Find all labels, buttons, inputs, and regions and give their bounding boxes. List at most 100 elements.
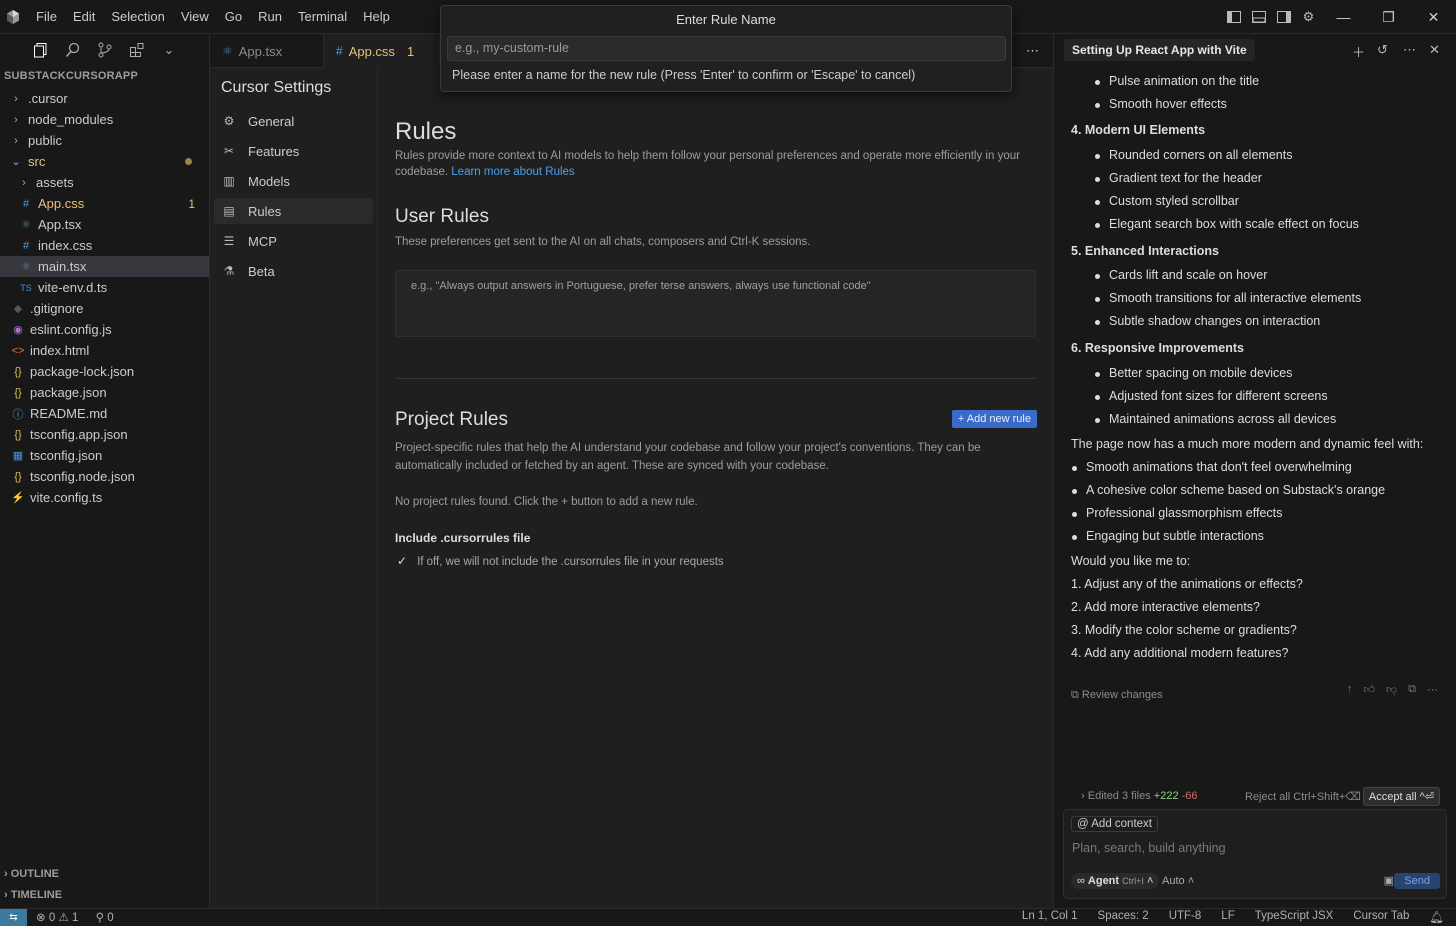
outline-section[interactable]: › OUTLINE xyxy=(0,868,209,880)
nav-rules[interactable]: ▤ Rules xyxy=(214,198,373,224)
chevron-down-icon[interactable]: ⌄ xyxy=(160,41,178,59)
server-icon: ☰ xyxy=(223,234,235,248)
source-control-icon[interactable] xyxy=(96,41,114,59)
tree-folder[interactable]: › .cursor xyxy=(0,88,209,109)
modified-dot-icon xyxy=(185,158,192,165)
menu-terminal[interactable]: Terminal xyxy=(290,0,355,34)
toggle-primary-sidebar-icon[interactable] xyxy=(1221,0,1246,34)
minimize-icon[interactable]: — xyxy=(1321,0,1366,34)
nav-features[interactable]: ✂ Features xyxy=(214,138,373,164)
chat-title[interactable]: Setting Up React App with Vite xyxy=(1064,39,1255,61)
tree-file[interactable]: ◆ .gitignore xyxy=(0,298,209,319)
thumbs-down-icon[interactable]: 👎︎ xyxy=(1386,683,1397,696)
tree-item-label: assets xyxy=(36,175,74,190)
menu-file[interactable]: File xyxy=(28,0,65,34)
tree-file[interactable]: ◉ eslint.config.js xyxy=(0,319,209,340)
arrow-up-icon[interactable]: ↑ xyxy=(1347,683,1353,696)
more-icon[interactable]: ⋯ xyxy=(1427,683,1438,696)
tree-file[interactable]: ⚡ vite.config.ts xyxy=(0,487,209,508)
learn-more-link[interactable]: Learn more about Rules xyxy=(451,166,574,178)
menu-help[interactable]: Help xyxy=(355,0,398,34)
tree-file[interactable]: ▦ tsconfig.json xyxy=(0,445,209,466)
tree-file[interactable]: {} tsconfig.app.json xyxy=(0,424,209,445)
cursor-tab[interactable]: Cursor Tab xyxy=(1353,910,1409,924)
problems-indicator[interactable]: ⊗ 0 ⚠ 1 ⚲ 0 xyxy=(36,910,114,924)
include-cursorrules-checkbox[interactable]: ✓ If off, we will not include the .cursor… xyxy=(397,554,724,570)
chevron-right-icon: › xyxy=(4,889,11,901)
menu-run[interactable]: Run xyxy=(250,0,290,34)
tree-folder[interactable]: › public xyxy=(0,130,209,151)
add-new-rule-button[interactable]: + Add new rule xyxy=(951,410,1037,428)
close-window-icon[interactable]: ✕ xyxy=(1411,0,1456,34)
workspace-title[interactable]: SUBSTACKCURSORAPP xyxy=(4,70,138,82)
send-button[interactable]: Send xyxy=(1394,873,1440,889)
tab-label: App.tsx xyxy=(238,43,283,59)
cursor-position[interactable]: Ln 1, Col 1 xyxy=(1022,910,1078,924)
notifications-bell-icon[interactable]: 🔔︎ xyxy=(1429,910,1444,924)
menu-edit[interactable]: Edit xyxy=(65,0,103,34)
tree-file[interactable]: {} package.json xyxy=(0,382,209,403)
more-options-icon[interactable]: ⋯ xyxy=(1403,42,1416,58)
include-cursorrules-heading: Include .cursorrules file xyxy=(395,531,531,545)
search-icon[interactable] xyxy=(64,41,82,59)
tab-app-tsx[interactable]: ⚛ App.tsx xyxy=(210,34,324,68)
tree-file[interactable]: # index.css xyxy=(0,235,209,256)
nav-mcp[interactable]: ☰ MCP xyxy=(214,228,373,254)
language-mode[interactable]: TypeScript JSX xyxy=(1255,910,1334,924)
tab-app-css[interactable]: # App.css 1 xyxy=(324,34,440,68)
chat-input[interactable]: Plan, search, build anything xyxy=(1072,841,1226,855)
tree-file[interactable]: {} package-lock.json xyxy=(0,361,209,382)
tree-file[interactable]: ⓘ README.md xyxy=(0,403,209,424)
tree-file[interactable]: <> index.html xyxy=(0,340,209,361)
timeline-section[interactable]: › TIMELINE xyxy=(0,889,209,901)
tree-file[interactable]: # App.css 1 xyxy=(0,193,209,214)
user-rules-textarea[interactable]: e.g., "Always output answers in Portugue… xyxy=(395,270,1036,337)
rule-name-input[interactable]: e.g., my-custom-rule xyxy=(447,36,1006,61)
more-actions-icon[interactable]: ⋯ xyxy=(1026,43,1039,59)
extensions-icon[interactable] xyxy=(128,41,146,59)
toggle-secondary-sidebar-icon[interactable] xyxy=(1271,0,1296,34)
agent-mode-selector[interactable]: ∞ Agent Ctrl+I ˄ xyxy=(1071,873,1160,889)
bullet-icon xyxy=(1095,80,1100,85)
tree-item-label: App.tsx xyxy=(38,217,82,232)
remote-indicator-icon[interactable]: ⇆ xyxy=(0,909,27,926)
encoding[interactable]: UTF-8 xyxy=(1169,910,1202,924)
explorer-files-icon[interactable] xyxy=(32,41,50,59)
tree-file[interactable]: ⚛ App.tsx xyxy=(0,214,209,235)
indentation[interactable]: Spaces: 2 xyxy=(1098,910,1149,924)
rules-heading: Rules xyxy=(395,118,457,145)
nav-general[interactable]: ⚙ General xyxy=(214,108,373,134)
line-ending[interactable]: LF xyxy=(1221,910,1234,924)
reject-all-button[interactable]: Reject all Ctrl+Shift+⌫ xyxy=(1245,790,1361,803)
tree-folder[interactable]: › node_modules xyxy=(0,109,209,130)
menu-go[interactable]: Go xyxy=(217,0,250,34)
copy-icon[interactable]: ⧉ xyxy=(1408,683,1416,696)
chevron-right-icon: › xyxy=(4,868,11,880)
tree-folder[interactable]: ⌄ src xyxy=(0,151,209,172)
model-selector[interactable]: Auto ˄ xyxy=(1162,875,1194,887)
explorer-sidebar: ⌄ SUBSTACKCURSORAPP › .cursor › node_module… xyxy=(0,34,210,908)
menu-selection[interactable]: Selection xyxy=(103,0,172,34)
add-context-button[interactable]: @ Add context xyxy=(1071,816,1158,832)
settings-gear-icon[interactable]: ⚙ xyxy=(1296,0,1321,34)
chat-bullet-item: Cards lift and scale on hover xyxy=(1109,268,1268,282)
tree-item-label: node_modules xyxy=(28,112,114,127)
close-icon[interactable]: ✕ xyxy=(1429,42,1440,58)
review-changes-button[interactable]: ⧉ Review changes xyxy=(1071,689,1163,702)
tree-file[interactable]: {} tsconfig.node.json xyxy=(0,466,209,487)
restore-icon[interactable]: ❐ xyxy=(1366,0,1411,34)
history-icon[interactable]: ↺ xyxy=(1377,42,1388,58)
thumbs-up-icon[interactable]: 👍︎ xyxy=(1363,683,1375,696)
accept-all-button[interactable]: Accept all ^⏎ xyxy=(1362,787,1440,806)
chevron-right-icon: › xyxy=(22,176,26,189)
nav-models[interactable]: ▥ Models xyxy=(214,168,373,194)
image-upload-icon[interactable]: ▣ xyxy=(1384,874,1394,887)
toggle-panel-icon[interactable] xyxy=(1246,0,1271,34)
new-chat-icon[interactable]: ＋ xyxy=(1352,42,1365,61)
expand-edits-toggle[interactable]: › Edited 3 files +222 -66 xyxy=(1081,790,1198,802)
tree-file[interactable]: TS vite-env.d.ts xyxy=(0,277,209,298)
tree-folder[interactable]: › assets xyxy=(0,172,209,193)
menu-view[interactable]: View xyxy=(173,0,217,34)
nav-beta[interactable]: ⚗ Beta xyxy=(214,258,373,284)
tree-file[interactable]: ⚛ main.tsx xyxy=(0,256,209,277)
